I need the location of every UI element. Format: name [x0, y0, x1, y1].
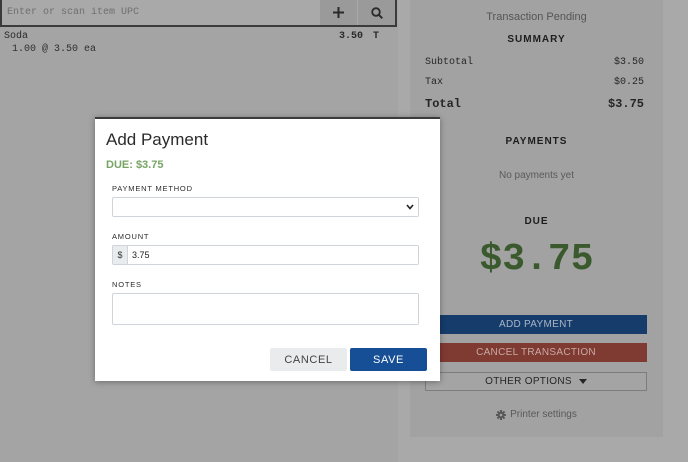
- cancel-transaction-button[interactable]: CANCEL TRANSACTION: [425, 343, 647, 362]
- caret-down-icon: [578, 378, 587, 384]
- no-payments-message: No payments yet: [498, 170, 575, 181]
- gear-icon: [496, 409, 507, 420]
- total-row: Total $3.75: [425, 97, 644, 111]
- printer-settings-label: Printer settings: [510, 409, 577, 420]
- item-name: Soda: [4, 31, 29, 42]
- payments-heading: PAYMENTS: [505, 136, 568, 147]
- tax-value: $0.25: [613, 77, 644, 88]
- printer-settings-link[interactable]: Printer settings: [410, 409, 663, 420]
- item-tax-flag: T: [373, 31, 380, 42]
- item-quantity-line: 1.00 @ 3.50 ea: [12, 44, 97, 55]
- currency-prefix: $: [113, 246, 128, 264]
- chevron-down-icon: [406, 204, 414, 210]
- modal-cancel-button[interactable]: CANCEL: [270, 348, 347, 371]
- add-payment-button[interactable]: ADD PAYMENT: [425, 315, 647, 334]
- amount-input[interactable]: [128, 246, 418, 264]
- other-options-label: OTHER OPTIONS: [485, 376, 572, 387]
- due-amount: $3.75: [479, 238, 594, 281]
- subtotal-label: Subtotal: [425, 57, 474, 68]
- upc-search-input[interactable]: [7, 4, 307, 20]
- notes-label: NOTES: [112, 280, 142, 289]
- payment-method-label: PAYMENT METHOD: [112, 184, 193, 193]
- summary-heading: SUMMARY: [507, 34, 566, 45]
- total-label: Total: [425, 97, 462, 111]
- due-heading: DUE: [524, 216, 549, 227]
- tax-label: Tax: [425, 77, 444, 88]
- modal-save-button[interactable]: SAVE: [350, 348, 427, 371]
- notes-textarea[interactable]: [112, 293, 419, 325]
- amount-field: $: [112, 245, 419, 265]
- summary-panel: Transaction Pending SUMMARY Subtotal $3.…: [410, 0, 663, 437]
- scan-bar: [0, 0, 397, 27]
- payment-method-select[interactable]: [112, 197, 419, 217]
- item-price: 3.50: [339, 31, 364, 42]
- modal-title: Add Payment: [106, 130, 209, 149]
- search-item-button[interactable]: [358, 0, 395, 25]
- modal-due-amount: DUE: $3.75: [106, 159, 164, 171]
- other-options-button[interactable]: OTHER OPTIONS: [425, 372, 647, 391]
- add-payment-modal: Add Payment DUE: $3.75 PAYMENT METHOD AM…: [95, 117, 440, 381]
- tax-row: Tax $0.25: [425, 77, 644, 88]
- total-value: $3.75: [607, 97, 644, 111]
- add-item-button[interactable]: [320, 0, 357, 25]
- subtotal-value: $3.50: [613, 57, 644, 68]
- amount-label: AMOUNT: [112, 232, 150, 241]
- transaction-status: Transaction Pending: [486, 11, 587, 23]
- subtotal-row: Subtotal $3.50: [425, 57, 644, 68]
- plus-icon: [333, 7, 344, 18]
- search-icon: [370, 6, 383, 19]
